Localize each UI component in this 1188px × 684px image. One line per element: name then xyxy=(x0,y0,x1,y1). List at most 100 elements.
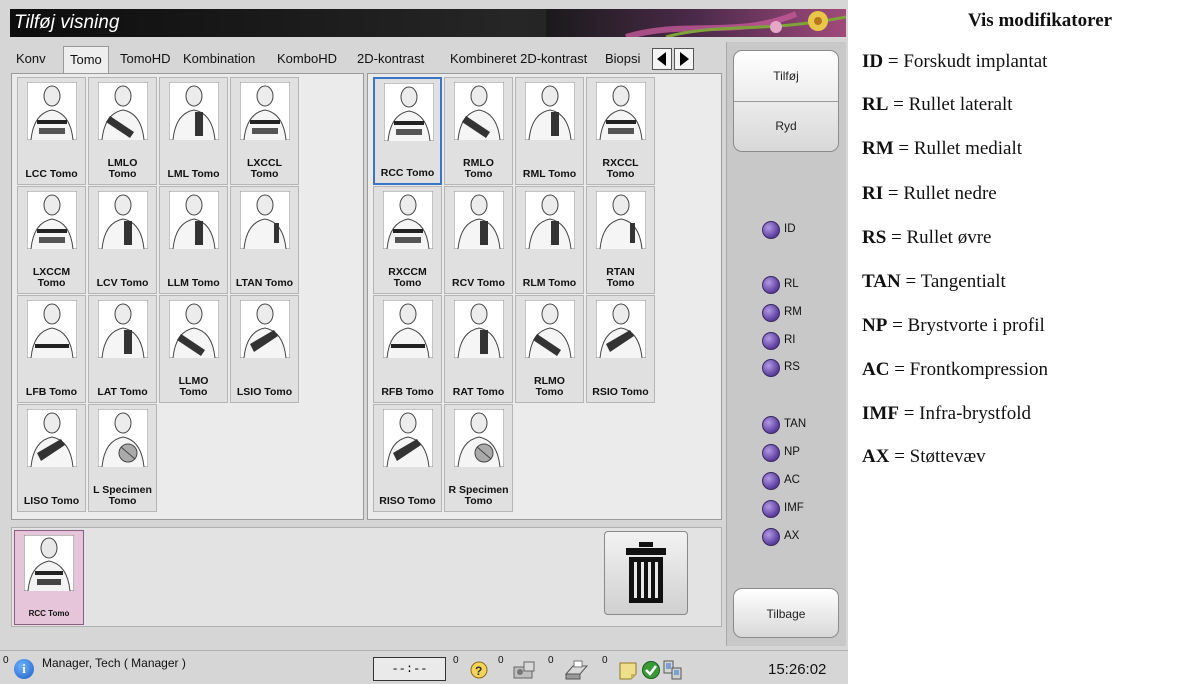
breast-cc-view-icon xyxy=(24,535,74,591)
selected-view-tile[interactable]: RCC Tomo xyxy=(14,530,84,625)
flower-banner-decoration xyxy=(546,9,846,37)
left-view-tile[interactable]: LFB Tomo xyxy=(17,295,86,403)
legend-row: IMF = Infra-brystfold xyxy=(862,403,1031,425)
tab-konv[interactable]: Konv xyxy=(10,46,52,72)
right-view-tile[interactable]: RTAN Tomo xyxy=(586,186,655,294)
user-count: 0 xyxy=(3,655,9,666)
legend-desc: = Tangentialt xyxy=(900,271,1006,292)
left-view-label: LISO Tomo xyxy=(23,495,80,507)
legend-desc: = Infra-brystfold xyxy=(898,403,1032,424)
printer-icon[interactable] xyxy=(563,660,589,680)
right-view-tile[interactable]: RXCCM Tomo xyxy=(373,186,442,294)
legend-title: Vis modifikatorer xyxy=(968,10,1113,31)
breast-at-view-icon xyxy=(98,300,148,358)
breast-ml-view-icon xyxy=(525,82,575,140)
back-button[interactable]: Tilbage xyxy=(733,588,839,638)
selected-view-label: RCC Tomo xyxy=(28,609,70,618)
modifier-radio-icon xyxy=(762,528,780,546)
legend-code: RI xyxy=(862,183,884,204)
left-view-tile[interactable]: LXCCM Tomo xyxy=(17,186,86,294)
device-icon[interactable] xyxy=(512,660,538,680)
tab-kombination[interactable]: Kombination xyxy=(177,46,261,72)
right-view-tile[interactable]: RML Tomo xyxy=(515,77,584,185)
note-icon[interactable] xyxy=(617,660,639,680)
breast-cc-view-icon xyxy=(384,83,434,141)
left-view-tile[interactable]: LAT Tomo xyxy=(88,295,157,403)
right-view-tile[interactable]: RISO Tomo xyxy=(373,404,442,512)
trash-can-icon xyxy=(626,542,666,603)
add-clear-button-group: Tilføj Ryd xyxy=(733,50,839,152)
triangle-left-icon xyxy=(657,52,666,66)
breast-tan-view-icon xyxy=(240,191,290,249)
right-view-tile[interactable]: RCC Tomo xyxy=(373,77,442,185)
tab-tomohd[interactable]: TomoHD xyxy=(114,46,177,72)
legend-desc: = Rullet lateralt xyxy=(888,94,1013,115)
legend-row: RM = Rullet medialt xyxy=(862,138,1022,160)
left-view-tile[interactable]: L Specimen Tomo xyxy=(88,404,157,512)
left-view-tile[interactable]: LMLO Tomo xyxy=(88,77,157,185)
breast-mlo-view-icon xyxy=(454,82,504,140)
breast-fb-view-icon xyxy=(383,300,433,358)
info-icon[interactable]: i xyxy=(14,659,34,679)
left-view-label: LXCCL Tomo xyxy=(247,157,282,180)
network-icon[interactable] xyxy=(660,660,684,680)
system-clock: 15:26:02 xyxy=(768,661,827,678)
legend-row: TAN = Tangentialt xyxy=(862,271,1006,293)
left-view-tile[interactable]: LXCCL Tomo xyxy=(230,77,299,185)
left-view-tile[interactable]: LSIO Tomo xyxy=(230,295,299,403)
device-count: 0 xyxy=(498,655,504,666)
legend-desc: = Frontkompression xyxy=(889,359,1048,380)
modifier-radio-icon xyxy=(762,332,780,350)
right-view-tile[interactable]: RXCCL Tomo xyxy=(586,77,655,185)
tab-tomo[interactable]: Tomo xyxy=(63,46,109,74)
breast-xccm-view-icon xyxy=(383,191,433,249)
legend-code: RS xyxy=(862,227,887,248)
help-icon[interactable]: ? xyxy=(468,660,490,680)
breast-sio-view-icon xyxy=(240,300,290,358)
tab-scroll-left-button[interactable] xyxy=(652,48,672,70)
help-count: 0 xyxy=(453,655,459,666)
tab-scroll-right-button[interactable] xyxy=(674,48,694,70)
left-view-tile[interactable]: LISO Tomo xyxy=(17,404,86,512)
right-view-tile[interactable]: RLM Tomo xyxy=(515,186,584,294)
tab-kombineret-2d-kontrast[interactable]: Kombineret 2D-kontrast xyxy=(444,46,593,72)
right-view-label: RCC Tomo xyxy=(380,167,435,179)
breast-iso-view-icon xyxy=(27,409,77,467)
window-title: Tilføj visning xyxy=(14,12,120,33)
left-view-tile[interactable]: LTAN Tomo xyxy=(230,186,299,294)
right-view-tile[interactable]: RMLO Tomo xyxy=(444,77,513,185)
legend-code: IMF xyxy=(862,403,899,424)
tab-biopsi[interactable]: Biopsi xyxy=(599,46,646,72)
left-view-label: LXCCM Tomo xyxy=(32,266,71,289)
legend-desc: = Rullet nedre xyxy=(883,183,997,204)
clear-button[interactable]: Ryd xyxy=(734,101,838,151)
right-view-tile[interactable]: RAT Tomo xyxy=(444,295,513,403)
specimen-view-icon xyxy=(454,409,504,467)
breast-mlo-view-icon xyxy=(98,82,148,140)
right-view-label: R Specimen Tomo xyxy=(448,484,509,507)
legend-desc: = Støttevæv xyxy=(889,446,986,467)
left-view-tile[interactable]: LCV Tomo xyxy=(88,186,157,294)
right-view-tile[interactable]: RSIO Tomo xyxy=(586,295,655,403)
delete-view-button[interactable] xyxy=(604,531,688,615)
left-view-tile[interactable]: LML Tomo xyxy=(159,77,228,185)
timer-display[interactable]: --:-- xyxy=(373,657,446,681)
right-view-tile[interactable]: RLMO Tomo xyxy=(515,295,584,403)
tab-2d-kontrast[interactable]: 2D-kontrast xyxy=(351,46,430,72)
right-view-tile[interactable]: R Specimen Tomo xyxy=(444,404,513,512)
legend-code: AX xyxy=(862,446,890,467)
legend-desc: = Forskudt implantat xyxy=(883,51,1048,72)
left-view-tile[interactable]: LLM Tomo xyxy=(159,186,228,294)
left-view-tile[interactable]: LLMO Tomo xyxy=(159,295,228,403)
right-view-tile[interactable]: RCV Tomo xyxy=(444,186,513,294)
add-button[interactable]: Tilføj xyxy=(734,51,838,102)
tab-kombohd[interactable]: KomboHD xyxy=(271,46,343,72)
right-view-tile[interactable]: RFB Tomo xyxy=(373,295,442,403)
legend-code: RL xyxy=(862,94,889,115)
status-ok-icon[interactable] xyxy=(640,660,662,680)
legend-code: NP xyxy=(862,315,888,336)
left-view-tile[interactable]: LCC Tomo xyxy=(17,77,86,185)
legend-code: TAN xyxy=(862,271,901,292)
legend-row: RI = Rullet nedre xyxy=(862,183,997,205)
legend-row: RL = Rullet lateralt xyxy=(862,94,1013,116)
